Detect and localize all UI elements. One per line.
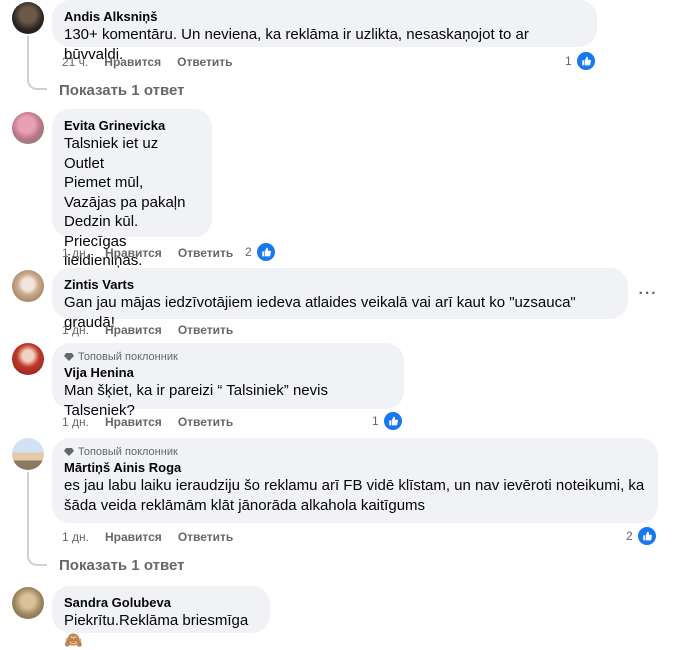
- avatar[interactable]: [12, 343, 44, 375]
- comment-bubble: Andis Alksniņš 130+ komentāru. Un nevien…: [52, 0, 597, 63]
- like-button[interactable]: Нравится: [105, 529, 162, 545]
- top-fan-badge: Топовый поклонник: [64, 351, 392, 363]
- thumbs-up-icon: [635, 525, 658, 547]
- reaction-count-value: 2: [626, 529, 633, 543]
- comment-author[interactable]: Sandra Golubeva: [64, 594, 258, 611]
- comment-author[interactable]: Vija Henina: [64, 364, 392, 381]
- reaction-count[interactable]: 2: [626, 525, 658, 547]
- avatar[interactable]: [12, 2, 44, 34]
- reply-button[interactable]: Ответить: [178, 414, 233, 430]
- thread-line: [27, 36, 29, 73]
- comment-author[interactable]: Zintis Varts: [64, 276, 616, 293]
- diamond-icon: [64, 353, 74, 361]
- comment-bubble: Топовый поклонник Vija Henina Man šķiet,…: [52, 343, 404, 419]
- reaction-count-value: 2: [245, 245, 252, 259]
- reaction-count[interactable]: 1: [372, 410, 404, 432]
- avatar[interactable]: [12, 438, 44, 470]
- comment-time[interactable]: 1 дн.: [62, 245, 89, 261]
- comment-bubble: Zintis Varts Gan jau mājas iedzīvotājiem…: [52, 268, 628, 331]
- diamond-icon: [64, 448, 74, 456]
- reply-button[interactable]: Ответить: [178, 529, 233, 545]
- comment-bubble: Sandra Golubeva Piekrītu.Reklāma briesmī…: [52, 586, 270, 649]
- like-button[interactable]: Нравится: [105, 245, 162, 261]
- avatar[interactable]: [12, 112, 44, 144]
- thread-line: [27, 73, 47, 90]
- thumbs-up-icon: [574, 50, 597, 72]
- comment-bubble: Топовый поклонник Mārtiņš Ainis Roga es …: [52, 438, 658, 523]
- badge-label: Топовый поклонник: [78, 446, 178, 458]
- reply-button[interactable]: Ответить: [178, 245, 233, 261]
- like-button[interactable]: Нравится: [105, 322, 162, 338]
- avatar[interactable]: [12, 270, 44, 302]
- reply-button[interactable]: Ответить: [177, 54, 232, 70]
- comment-time[interactable]: 1 дн.: [62, 529, 89, 545]
- comment-actions: 1 дн. Нравится Ответить: [62, 245, 233, 261]
- comment-text: es jau labu laiku ieraudziju šo reklamu …: [64, 477, 645, 514]
- comment-author[interactable]: Mārtiņš Ainis Roga: [64, 459, 646, 476]
- show-replies-button[interactable]: Показать 1 ответ: [59, 557, 184, 574]
- reaction-count-value: 1: [372, 414, 379, 428]
- more-options-icon[interactable]: ···: [632, 278, 664, 310]
- comment-author[interactable]: Evita Grinevicka: [64, 117, 200, 134]
- like-button[interactable]: Нравится: [104, 54, 161, 70]
- badge-label: Топовый поклонник: [78, 351, 178, 363]
- comment-actions: 1 дн. Нравится Ответить: [62, 529, 233, 545]
- thread-line: [27, 549, 47, 566]
- comment-author[interactable]: Andis Alksniņš: [64, 8, 585, 25]
- thread-line: [27, 472, 29, 549]
- comment-time[interactable]: 1 дн.: [62, 322, 89, 338]
- comment-actions: 1 дн. Нравится Ответить: [62, 414, 233, 430]
- comment-actions: 1 дн. Нравится Ответить: [62, 322, 233, 338]
- thumbs-up-icon: [381, 410, 404, 432]
- comment-time[interactable]: 1 дн.: [62, 414, 89, 430]
- reply-button[interactable]: Ответить: [178, 322, 233, 338]
- show-replies-button[interactable]: Показать 1 ответ: [59, 82, 184, 99]
- reaction-count[interactable]: 1: [565, 50, 597, 72]
- comment-text: Piekrītu.Reklāma briesmīga🙈: [64, 612, 249, 649]
- comment-time[interactable]: 21 ч.: [62, 54, 88, 70]
- comment-actions: 21 ч. Нравится Ответить: [62, 54, 233, 70]
- reaction-count[interactable]: 2: [245, 241, 277, 263]
- top-fan-badge: Топовый поклонник: [64, 446, 646, 458]
- thumbs-up-icon: [254, 241, 277, 263]
- avatar[interactable]: [12, 587, 44, 619]
- like-button[interactable]: Нравится: [105, 414, 162, 430]
- reaction-count-value: 1: [565, 54, 572, 68]
- comment-bubble: Evita Grinevicka Talsniek iet uz Outlet …: [52, 109, 212, 269]
